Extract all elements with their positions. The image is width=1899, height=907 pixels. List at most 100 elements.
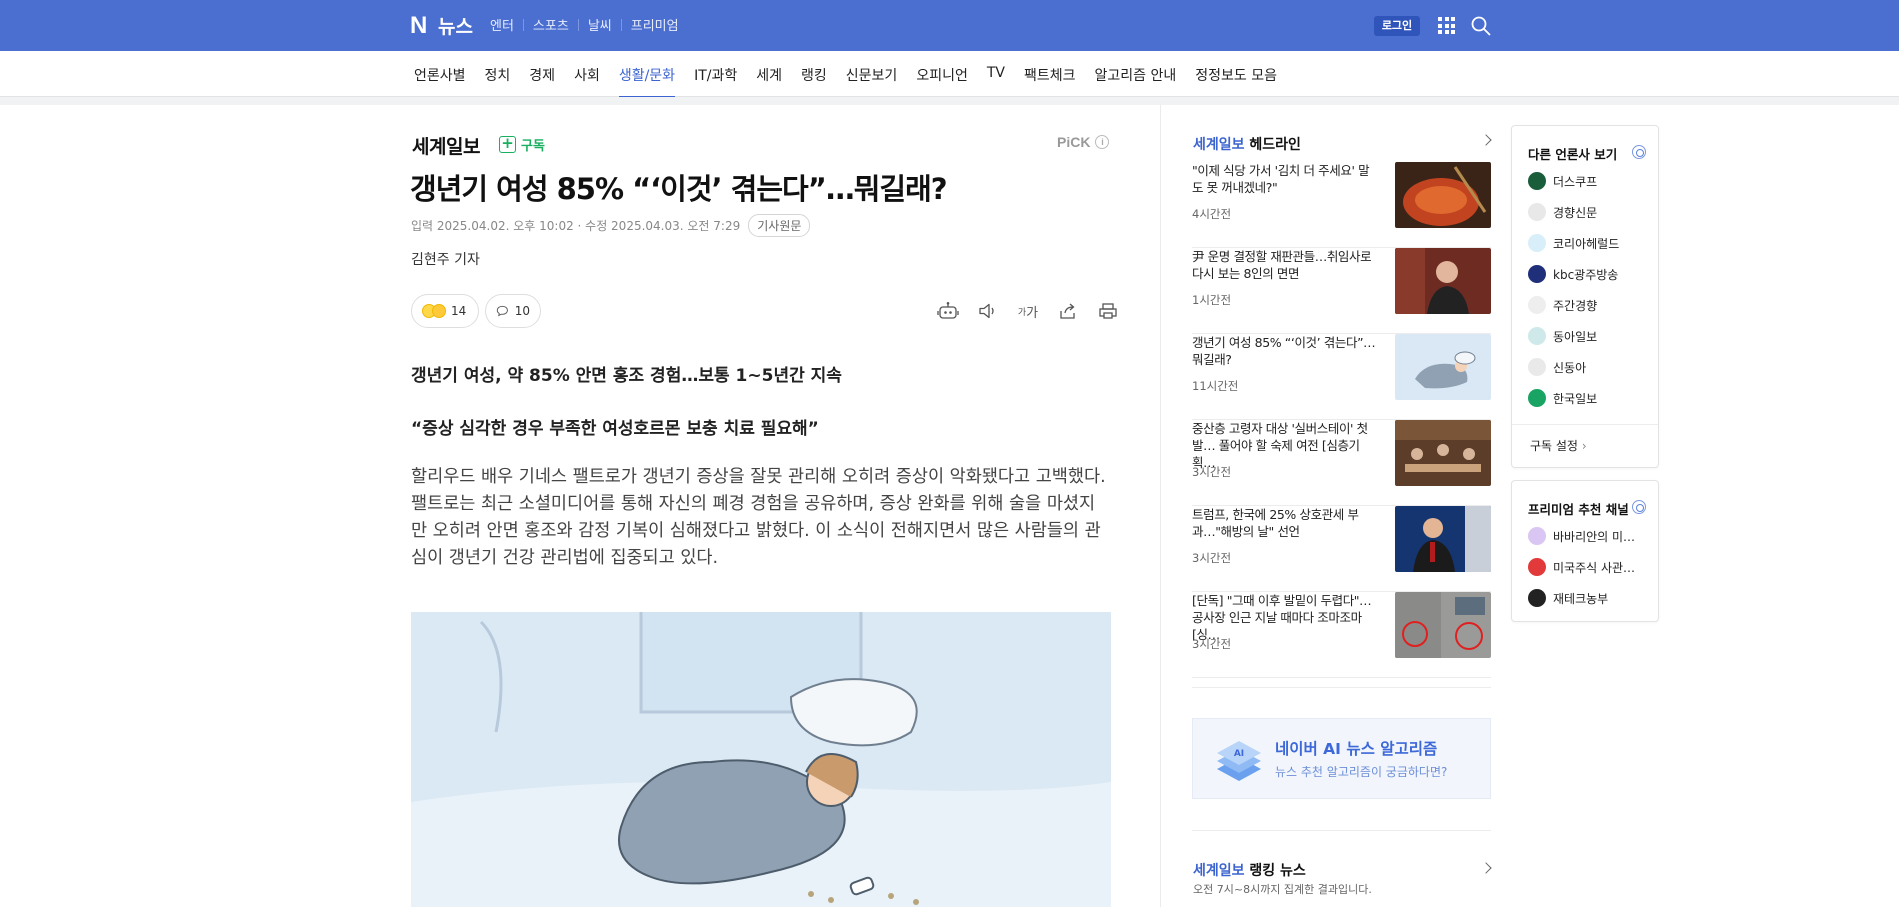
headline-item[interactable]: [단독] "그때 이후 발밑이 두렵다"…공사장 인근 지날 때마다 조마조마 … xyxy=(1192,592,1491,678)
premium-item[interactable]: 바바리안의 미… xyxy=(1528,527,1635,545)
section-tab-world[interactable]: 세계 xyxy=(756,65,782,98)
naver-news-logo[interactable]: N 뉴스 xyxy=(410,12,473,39)
press-item[interactable]: 더스쿠프 xyxy=(1528,172,1597,190)
press-item[interactable]: 신동아 xyxy=(1528,358,1586,376)
ai-banner-subtitle: 뉴스 추천 알고리즘이 궁금하다면? xyxy=(1275,765,1448,779)
channel-logo-icon xyxy=(1528,558,1546,576)
subscription-settings-link[interactable]: 구독 설정 › xyxy=(1530,437,1587,454)
section-tab-newspaper[interactable]: 신문보기 xyxy=(846,65,898,98)
other-press-title: 다른 언론사 보기 xyxy=(1528,147,1618,162)
top-menu-sports[interactable]: 스포츠 xyxy=(533,15,569,34)
comment-button[interactable]: 10 xyxy=(485,294,541,328)
divider xyxy=(577,18,579,31)
press-logo-icon xyxy=(1528,296,1546,314)
ai-algorithm-banner[interactable]: AI 네이버 AI 뉴스 알고리즘 뉴스 추천 알고리즘이 궁금하다면? xyxy=(1192,718,1491,799)
share-button[interactable] xyxy=(1048,300,1088,322)
premium-item[interactable]: 미국주식 사관… xyxy=(1528,558,1635,576)
section-tab-politics[interactable]: 정치 xyxy=(485,65,511,98)
section-tab-economy[interactable]: 경제 xyxy=(529,65,555,98)
headline-text: "이제 식당 가서 '김치 더 주세요' 말도 못 꺼내겠네?" xyxy=(1192,163,1370,195)
headline-text: 갱년기 여성 85% “‘이것’ 겪는다”…뭐길래? xyxy=(1192,335,1376,367)
press-name[interactable]: 세계일보 xyxy=(412,132,480,159)
press-item[interactable]: 한국일보 xyxy=(1528,389,1597,407)
press-logo-icon xyxy=(1528,234,1546,252)
summary-bot-button[interactable] xyxy=(928,300,968,322)
headline-item[interactable]: 尹 운명 결정할 재판관들…취임사로 다시 보는 8인의 면면 1시간전 xyxy=(1192,248,1491,334)
date-info: 입력 2025.04.02. 오후 10:02 · 수정 2025.04.03.… xyxy=(411,219,741,233)
section-tab-corrections[interactable]: 정정보도 모음 xyxy=(1195,65,1277,98)
premium-item[interactable]: 재테크농부 xyxy=(1528,589,1608,607)
press-item-name: 동아일보 xyxy=(1553,329,1598,344)
original-article-button[interactable]: 기사원문 xyxy=(748,214,811,237)
section-nav: 언론사별 정치 경제 사회 생활/문화 IT/과학 세계 랭킹 신문보기 오피니… xyxy=(0,51,1899,98)
section-tab-life-culture[interactable]: 생활/문화 xyxy=(618,65,676,98)
headline-item[interactable]: 중산층 고령자 대상 '실버스테이' 첫발… 풀어야 할 숙제 여전 [심층기획… xyxy=(1192,420,1491,506)
chevron-right-icon[interactable] xyxy=(1480,862,1492,874)
comment-count: 10 xyxy=(514,304,530,318)
premium-title: 프리미엄 추천 채널 xyxy=(1528,502,1629,517)
press-item-name: 코리아헤럴드 xyxy=(1553,236,1620,251)
headline-text: 트럼프, 한국에 25% 상호관세 부과…"해방의 날" 선언 xyxy=(1192,507,1359,539)
naver-n-icon: N xyxy=(410,11,428,39)
reporter-name[interactable]: 김현주 기자 xyxy=(411,249,480,269)
ranking-subtitle: 오전 7시~8시까지 집계한 결과입니다. xyxy=(1193,883,1372,896)
section-tab-algorithm[interactable]: 알고리즘 안내 xyxy=(1095,65,1177,98)
press-item[interactable]: 경향신문 xyxy=(1528,203,1597,221)
audio-button[interactable] xyxy=(968,300,1008,322)
press-logo-icon xyxy=(1528,389,1546,407)
search-icon[interactable] xyxy=(1470,15,1492,37)
ranking-title-suffix: 랭킹 뉴스 xyxy=(1249,863,1306,879)
section-tab-opinion[interactable]: 오피니언 xyxy=(916,65,968,98)
subscribe-button[interactable]: + 구독 xyxy=(499,135,545,154)
print-button[interactable] xyxy=(1088,300,1128,322)
press-logo-icon xyxy=(1528,265,1546,283)
login-button[interactable]: 로그인 xyxy=(1374,16,1420,36)
article-illustration[interactable] xyxy=(411,612,1111,907)
press-item[interactable]: 주간경향 xyxy=(1528,296,1597,314)
chevron-right-icon[interactable] xyxy=(1480,134,1492,146)
section-tab-ranking[interactable]: 랭킹 xyxy=(801,65,827,98)
divider xyxy=(1512,424,1658,425)
section-tab-press[interactable]: 언론사별 xyxy=(414,65,466,98)
headline-item[interactable]: 갱년기 여성 85% “‘이것’ 겪는다”…뭐길래? 11시간전 xyxy=(1192,334,1491,420)
press-item[interactable]: 코리아헤럴드 xyxy=(1528,234,1619,252)
section-tab-it-science[interactable]: IT/과학 xyxy=(694,65,737,98)
article-tools: 가 가 xyxy=(928,300,1128,322)
top-menu-entertainment[interactable]: 엔터 xyxy=(490,15,514,34)
divider xyxy=(1192,687,1491,688)
press-item-name: kbc광주방송 xyxy=(1553,267,1619,282)
press-item[interactable]: kbc광주방송 xyxy=(1528,265,1618,283)
refresh-icon[interactable] xyxy=(1632,500,1646,514)
press-item-name: 신동아 xyxy=(1553,360,1587,375)
press-headline-title[interactable]: 세계일보 헤드라인 xyxy=(1193,134,1301,154)
top-menu-weather[interactable]: 날씨 xyxy=(588,15,612,34)
top-bar: N 뉴스 엔터 스포츠 날씨 프리미엄 로그인 xyxy=(0,0,1899,51)
nav-shadow-band xyxy=(0,97,1899,105)
font-size-icon: 가 xyxy=(1026,305,1039,321)
press-item[interactable]: 동아일보 xyxy=(1528,327,1597,345)
section-tab-society[interactable]: 사회 xyxy=(574,65,600,98)
construction-site-thumbnail xyxy=(1395,592,1491,658)
app-grid-icon[interactable] xyxy=(1438,17,1455,34)
press-item-name: 주간경향 xyxy=(1553,298,1598,313)
premium-channel-panel: 프리미엄 추천 채널 바바리안의 미… 미국주식 사관… 재테크농부 xyxy=(1511,480,1659,622)
refresh-icon[interactable] xyxy=(1632,145,1646,159)
top-menu-premium[interactable]: 프리미엄 xyxy=(631,15,679,34)
headline-item[interactable]: 트럼프, 한국에 25% 상호관세 부과…"해방의 날" 선언 3시간전 xyxy=(1192,506,1491,592)
ranking-news-title[interactable]: 세계일보 랭킹 뉴스 xyxy=(1193,860,1306,880)
robot-icon xyxy=(937,302,959,319)
premium-item-name: 미국주식 사관… xyxy=(1553,560,1636,575)
font-size-button[interactable]: 가 가 xyxy=(1008,300,1048,322)
speaker-icon xyxy=(979,303,994,319)
headline-time: 3시간전 xyxy=(1192,465,1232,479)
info-icon[interactable]: i xyxy=(1095,135,1110,149)
divider xyxy=(1192,830,1491,831)
reaction-button[interactable]: 14 xyxy=(411,294,479,328)
headline-item[interactable]: "이제 식당 가서 '김치 더 주세요' 말도 못 꺼내겠네?" 4시간전 xyxy=(1192,162,1491,248)
pick-badge[interactable]: PiCK i xyxy=(1057,134,1110,150)
section-tab-factcheck[interactable]: 팩트체크 xyxy=(1024,65,1076,98)
section-tab-tv[interactable]: TV xyxy=(987,65,1005,98)
divider xyxy=(620,18,622,31)
headline-time: 3시간전 xyxy=(1192,637,1232,651)
subscribe-label: 구독 xyxy=(521,139,545,154)
